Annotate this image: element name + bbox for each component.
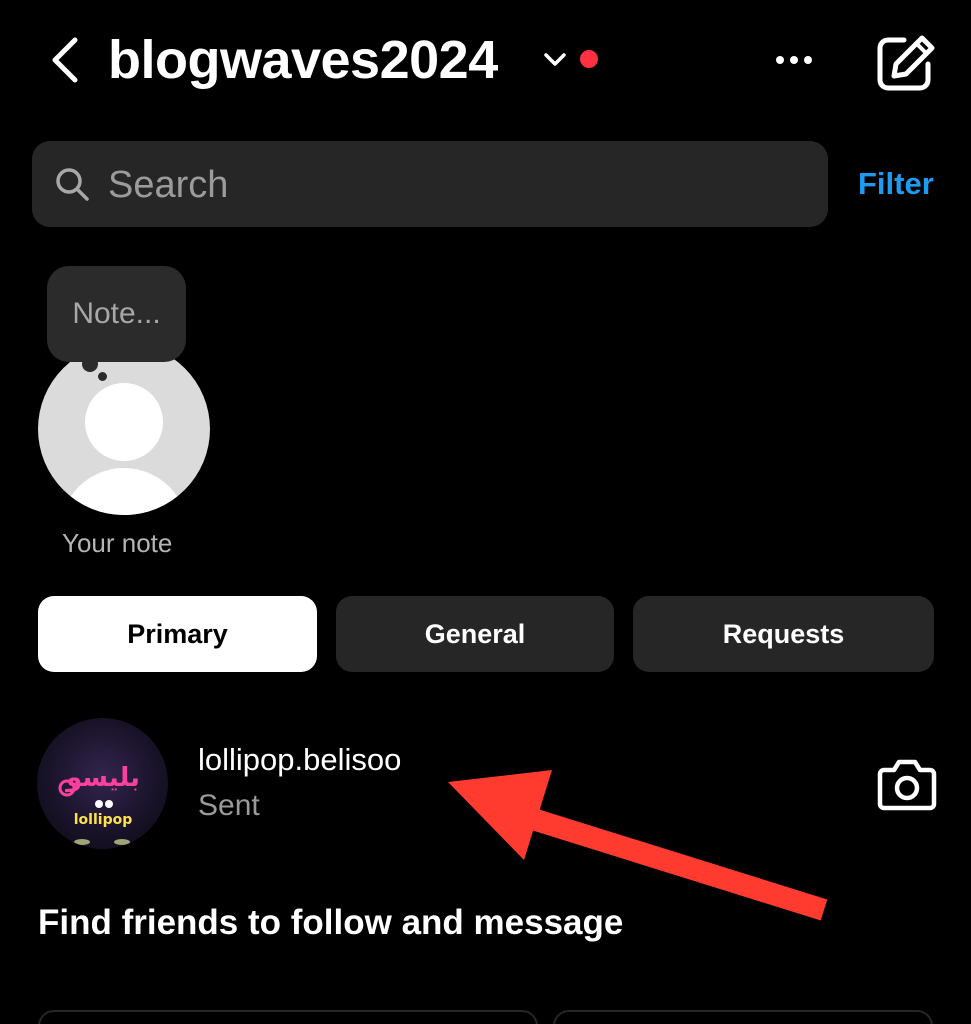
more-options-button[interactable] — [768, 40, 820, 80]
tab-requests[interactable]: Requests — [633, 596, 934, 672]
more-horizontal-icon — [776, 56, 812, 64]
your-note-label: Your note — [62, 528, 173, 558]
tab-primary[interactable]: Primary — [38, 596, 317, 672]
default-avatar-head — [85, 383, 163, 461]
avatar-logo-text: lollipop — [74, 812, 132, 828]
suggestion-card[interactable] — [38, 1010, 538, 1024]
chevron-left-icon — [52, 37, 78, 83]
search-input[interactable] — [108, 160, 798, 210]
conversation-status: Sent — [198, 789, 260, 822]
edit-compose-icon[interactable] — [874, 32, 938, 92]
camera-icon[interactable] — [876, 756, 938, 814]
your-note-avatar[interactable] — [38, 343, 210, 515]
note-bubble-tail-small — [98, 372, 107, 381]
search-icon — [56, 168, 89, 201]
note-bubble-tail — [82, 356, 98, 372]
back-button[interactable] — [44, 34, 84, 86]
suggestion-card[interactable] — [553, 1010, 933, 1024]
filter-button[interactable]: Filter — [858, 164, 934, 204]
notification-dot — [580, 50, 598, 68]
chevron-down-icon[interactable] — [542, 48, 568, 70]
tab-general[interactable]: General — [336, 596, 614, 672]
account-username[interactable]: blogwaves2024 — [108, 26, 498, 94]
find-friends-heading: Find friends to follow and message — [38, 903, 624, 942]
note-bubble[interactable]: Note... — [47, 266, 186, 362]
lollipop-logo: بلیسو lollipop — [58, 763, 140, 845]
svg-text:بلیسو: بلیسو — [64, 763, 140, 793]
avatar[interactable]: بلیسو lollipop — [37, 718, 168, 849]
header-bar: blogwaves2024 — [0, 0, 971, 120]
conversation-name[interactable]: lollipop.belisoo — [198, 740, 401, 780]
default-avatar-body — [60, 468, 188, 515]
